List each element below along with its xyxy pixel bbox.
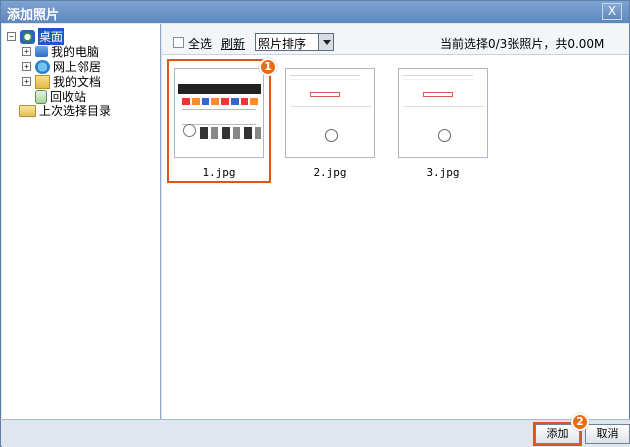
thumbnail-highlight-box	[423, 92, 453, 97]
tree-item-label: 上次选择目录	[39, 104, 112, 118]
expand-toggle-icon[interactable]: +	[22, 62, 31, 71]
step-2-badge: 2	[571, 413, 589, 431]
selection-status: 当前选择0/3张照片，共0.00M	[440, 37, 605, 51]
tree-item-network-places[interactable]: + 网上邻居	[22, 59, 101, 74]
photo-toolbar: 全选 刷新 照片排序 当前选择0/3张照片，共0.00M	[162, 24, 629, 55]
collapse-toggle-icon[interactable]: −	[7, 32, 16, 41]
tree-item-my-documents[interactable]: + 我的文档	[22, 74, 101, 89]
photo-filename: 2.jpg	[313, 166, 347, 179]
thumbnail-header	[403, 75, 473, 80]
photo-thumbnail[interactable]	[285, 68, 375, 158]
computer-icon	[35, 46, 48, 57]
add-photo-dialog: 添加照片 X − 桌面 + 我的电脑 + 网上邻居 + 我的文档 回收站 上次选…	[0, 0, 630, 447]
tree-item-desktop[interactable]: − 桌面	[7, 28, 65, 45]
thumbnail-divider	[404, 106, 484, 107]
sort-select-value: 照片排序	[258, 37, 307, 51]
step-1-badge: 1	[259, 58, 277, 76]
face-icon	[325, 129, 338, 142]
desktop-icon	[20, 29, 35, 44]
first-photo-highlight	[167, 59, 271, 183]
cancel-button[interactable]: 取消	[585, 424, 630, 444]
photo-filename: 3.jpg	[426, 166, 460, 179]
photo-item-3[interactable]: 3.jpg	[398, 68, 488, 180]
close-button[interactable]: X	[602, 3, 622, 20]
expand-toggle-icon[interactable]: +	[22, 47, 31, 56]
dialog-title: 添加照片	[7, 8, 60, 23]
tree-item-last-selected-directory[interactable]: 上次选择目录	[19, 103, 111, 118]
thumbnail-highlight-box	[310, 92, 340, 97]
thumbnail-divider	[291, 106, 371, 107]
chevron-down-icon[interactable]	[318, 34, 333, 50]
refresh-link[interactable]: 刷新	[221, 35, 245, 52]
photo-sort-select[interactable]: 照片排序	[255, 33, 334, 51]
dialog-footer: 添加 取消 2	[2, 413, 630, 447]
thumbnail-header	[290, 75, 360, 80]
dialog-titlebar: 添加照片 X	[1, 1, 629, 23]
folder-tree: − 桌面 + 我的电脑 + 网上邻居 + 我的文档 回收站 上次选择目录	[2, 24, 161, 419]
expand-toggle-icon[interactable]: +	[22, 77, 31, 86]
select-all-checkbox[interactable]	[173, 37, 184, 48]
documents-icon	[35, 74, 50, 89]
network-icon	[35, 59, 50, 74]
photo-thumbnail[interactable]	[398, 68, 488, 158]
folder-icon	[19, 104, 36, 117]
photo-item-2[interactable]: 2.jpg	[285, 68, 375, 180]
face-icon	[438, 129, 451, 142]
tree-item-my-computer[interactable]: + 我的电脑	[22, 44, 99, 59]
select-all-label[interactable]: 全选	[188, 35, 212, 52]
photo-pane: 全选 刷新 照片排序 当前选择0/3张照片，共0.00M 1.jpg 2.jpg…	[162, 24, 629, 419]
